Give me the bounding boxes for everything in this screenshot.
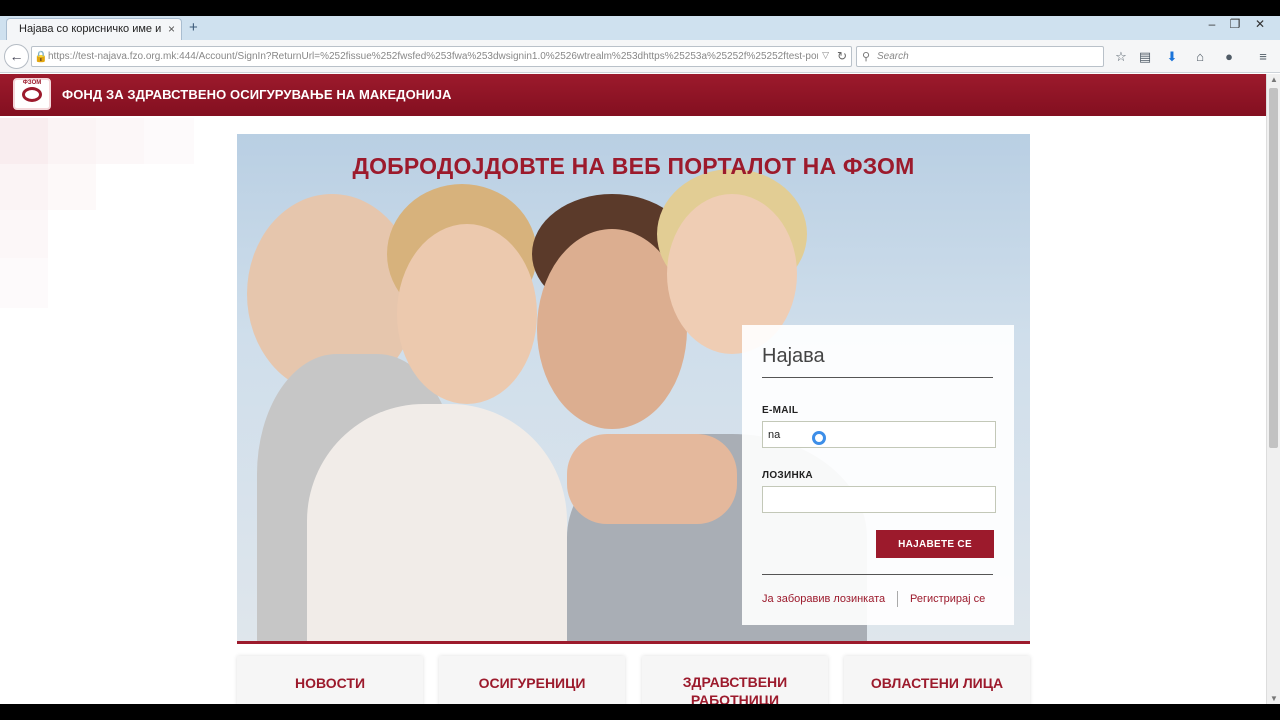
back-arrow-icon[interactable]: ← bbox=[4, 44, 29, 69]
card-news[interactable]: НОВОСТИ bbox=[237, 656, 423, 704]
card-authorized-persons[interactable]: ОВЛАСТЕНИ ЛИЦА bbox=[844, 656, 1030, 704]
password-label: ЛОЗИНКА bbox=[762, 470, 813, 481]
login-panel-divider bbox=[762, 574, 993, 575]
email-label: E-MAIL bbox=[762, 405, 799, 416]
lock-icon: 🔒 bbox=[34, 51, 48, 63]
decor-square bbox=[0, 118, 48, 164]
reading-list-icon[interactable]: ▤ bbox=[1135, 47, 1155, 67]
tab-close-icon[interactable]: × bbox=[168, 22, 175, 36]
scroll-thumb[interactable] bbox=[1269, 88, 1278, 448]
url-text: https://test-najava.fzo.org.mk:444/Accou… bbox=[48, 51, 818, 62]
hero-photo-woman-body bbox=[307, 404, 567, 641]
login-panel: Најава E-MAIL ЛОЗИНКА НАЈАВЕТЕ СЕ Ја заб… bbox=[742, 325, 1014, 625]
page-scrollbar[interactable]: ▲ ▼ bbox=[1266, 74, 1280, 704]
decor-square bbox=[0, 258, 48, 308]
new-tab-icon[interactable]: + bbox=[189, 19, 198, 36]
scroll-down-icon[interactable]: ▼ bbox=[1270, 694, 1278, 703]
card-label: НОВОСТИ bbox=[294, 675, 366, 691]
url-bar[interactable]: 🔒 https://test-najava.fzo.org.mk:444/Acc… bbox=[31, 46, 852, 67]
link-separator bbox=[897, 591, 898, 607]
login-button[interactable]: НАЈАВЕТЕ СЕ bbox=[876, 530, 994, 558]
search-icon: ⚲ bbox=[862, 51, 871, 63]
search-bar[interactable]: ⚲ Search bbox=[856, 46, 1104, 67]
password-field[interactable] bbox=[762, 486, 996, 513]
hero-photo-woman-face bbox=[397, 224, 537, 404]
card-insured[interactable]: ОСИГУРЕНИЦИ bbox=[439, 656, 625, 704]
card-label: ОСИГУРЕНИЦИ bbox=[478, 675, 586, 691]
fzom-logo[interactable]: ФЗОМ bbox=[13, 78, 51, 110]
bookmark-star-icon[interactable]: ☆ bbox=[1111, 47, 1131, 67]
hero-photo-arms bbox=[567, 434, 737, 524]
web-page: ФЗОМ ФОНД ЗА ЗДРАВСТВЕНО ОСИГУРУВАЊЕ НА … bbox=[0, 74, 1266, 704]
top-black-bar bbox=[0, 0, 1280, 16]
card-label: ОВЛАСТЕНИ ЛИЦА bbox=[870, 675, 1004, 691]
loading-cursor-icon bbox=[812, 431, 826, 445]
decor-square bbox=[48, 118, 96, 164]
register-link[interactable]: Регистрирај се bbox=[910, 593, 985, 605]
navigation-bar: ← 🔒 https://test-najava.fzo.org.mk:444/A… bbox=[0, 40, 1280, 73]
decor-square bbox=[144, 118, 194, 164]
minimize-icon[interactable]: – bbox=[1200, 16, 1224, 32]
decor-square bbox=[48, 164, 96, 210]
home-icon[interactable]: ⌂ bbox=[1190, 47, 1210, 67]
login-title: Најава bbox=[762, 345, 825, 367]
card-label: ЗДРАВСТВЕНИ РАБОТНИЦИ bbox=[682, 674, 788, 704]
tab-title: Најава со корисничко име и ... bbox=[19, 23, 161, 35]
reload-icon[interactable]: ↻ bbox=[837, 49, 847, 63]
screen: Најава со корисничко име и ... × + – ❐ ✕… bbox=[0, 0, 1280, 720]
hero-title: ДОБРОДОЈДОВТЕ НА ВЕБ ПОРТАЛОТ НА ФЗОМ bbox=[352, 153, 915, 179]
card-health-workers[interactable]: ЗДРАВСТВЕНИ РАБОТНИЦИ bbox=[642, 656, 828, 704]
decor-square bbox=[96, 118, 144, 164]
decor-square bbox=[0, 164, 48, 210]
decor-square bbox=[0, 210, 48, 258]
logo-ring-icon bbox=[22, 87, 42, 102]
close-window-icon[interactable]: ✕ bbox=[1248, 16, 1272, 32]
bottom-black-bar bbox=[0, 704, 1280, 720]
maximize-icon[interactable]: ❐ bbox=[1223, 16, 1247, 32]
browser-tab[interactable]: Најава со корисничко име и ... × bbox=[6, 18, 182, 40]
search-placeholder: Search bbox=[877, 51, 909, 62]
url-dropdown-icon[interactable]: ▽ bbox=[822, 50, 829, 61]
organization-name: ФОНД ЗА ЗДРАВСТВЕНО ОСИГУРУВАЊЕ НА МАКЕД… bbox=[62, 87, 452, 102]
site-header: ФЗОМ ФОНД ЗА ЗДРАВСТВЕНО ОСИГУРУВАЊЕ НА … bbox=[0, 74, 1266, 116]
scroll-up-icon[interactable]: ▲ bbox=[1270, 75, 1278, 84]
login-title-divider bbox=[762, 377, 993, 378]
email-field[interactable] bbox=[762, 421, 996, 448]
logo-text: ФЗОМ bbox=[22, 80, 42, 86]
download-icon[interactable]: ⬇ bbox=[1162, 47, 1182, 67]
forgot-password-link[interactable]: Ја заборавив лозинката bbox=[762, 593, 885, 605]
menu-icon[interactable]: ≡ bbox=[1253, 47, 1273, 67]
chat-icon[interactable]: ● bbox=[1219, 47, 1239, 67]
